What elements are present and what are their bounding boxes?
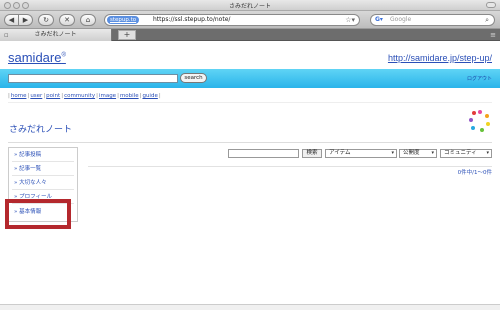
colorful-dots-logo-icon	[468, 110, 492, 134]
visibility-value: 公開度	[403, 150, 420, 156]
sidebar-item-label: 記事投稿	[19, 152, 42, 158]
highlight-box	[5, 199, 71, 229]
stop-button[interactable]: ✕	[59, 14, 75, 26]
article-search-input[interactable]	[228, 149, 299, 158]
browser-search-box[interactable]: G▾ Google ⌕	[370, 14, 495, 26]
site-search-button[interactable]: search	[180, 73, 207, 83]
global-nav: |home|user|point|community|image|mobile|…	[8, 93, 161, 99]
site-url-link[interactable]: http://samidare.jp/step-up/	[388, 53, 492, 63]
nav-mobile[interactable]: mobile	[120, 93, 139, 99]
back-button[interactable]: ◀	[4, 14, 19, 26]
home-button[interactable]: ⌂	[80, 14, 96, 26]
article-search-button[interactable]: 検索	[302, 149, 322, 158]
community-value: コミュニティ	[444, 150, 477, 156]
reload-icon: ↻	[43, 16, 49, 24]
sidebar-separator	[12, 175, 74, 176]
logo-text: samidare	[8, 50, 62, 65]
reload-button[interactable]: ↻	[38, 14, 54, 26]
browser-search-placeholder: Google	[390, 16, 412, 23]
sidebar-item-label: 記事一覧	[19, 166, 42, 172]
title-divider	[8, 142, 492, 143]
sidebar-separator	[12, 189, 74, 190]
window-title: さみだれノート	[228, 3, 271, 10]
tab-overflow-icon[interactable]: ≡	[490, 30, 496, 40]
tab-samidare-note[interactable]: ▫ さみだれノート	[0, 29, 112, 41]
divider	[8, 102, 492, 103]
site-search-input[interactable]	[8, 74, 178, 83]
nav-point[interactable]: point	[46, 93, 60, 99]
browser-toolbar: ◀ ▶ ↻ ✕ ⌂ stepup.to https://ssl.stepup.t…	[0, 11, 500, 29]
nav-guide[interactable]: guide	[142, 93, 157, 99]
content-divider	[88, 166, 492, 167]
tab-title: さみだれノート	[34, 31, 77, 38]
logout-link[interactable]: ログアウト	[467, 75, 492, 82]
sidebar-item-important-people[interactable]: » 大切な人々	[14, 179, 47, 187]
address-bar[interactable]: stepup.to https://ssl.stepup.to/note/ ☆▾	[104, 14, 360, 26]
nav-community[interactable]: community	[64, 93, 95, 99]
toolbar-toggle-button[interactable]	[486, 2, 496, 8]
nav-image[interactable]: image	[99, 93, 116, 99]
back-arrow-icon: ◀	[8, 16, 15, 24]
result-count: 0件中/1〜0件	[457, 170, 492, 176]
nav-user[interactable]: user	[30, 93, 42, 99]
home-icon: ⌂	[85, 16, 91, 24]
google-search-engine-icon[interactable]: G▾	[375, 16, 387, 24]
sidebar-item-label: 大切な人々	[19, 180, 47, 186]
forward-button[interactable]: ▶	[18, 14, 33, 26]
stop-icon: ✕	[64, 16, 70, 24]
visibility-select[interactable]: 公開度 ▾	[399, 149, 437, 158]
new-tab-button[interactable]: +	[118, 30, 136, 40]
site-logo[interactable]: samidare®	[8, 50, 66, 65]
page-title: さみだれノート	[9, 125, 73, 135]
search-band: search ログアウト	[0, 69, 500, 88]
chevron-down-icon: ▾	[391, 150, 394, 156]
site-identity-badge[interactable]: stepup.to	[107, 16, 140, 24]
window-bottom-edge	[0, 304, 500, 310]
forward-arrow-icon: ▶	[22, 16, 29, 24]
url-text[interactable]: https://ssl.stepup.to/note/	[153, 16, 230, 24]
nav-home[interactable]: home	[11, 93, 27, 99]
sidebar-separator	[12, 161, 74, 162]
sidebar-item-post-article[interactable]: » 記事投稿	[14, 151, 41, 159]
chevron-down-icon: ▾	[486, 150, 489, 156]
item-type-value: アイテム	[329, 150, 351, 156]
item-type-select[interactable]: アイテム ▾	[325, 149, 397, 158]
community-select[interactable]: コミュニティ ▾	[440, 149, 492, 158]
chevron-down-icon: ▾	[431, 150, 434, 156]
sidebar-item-article-list[interactable]: » 記事一覧	[14, 165, 41, 173]
registered-mark: ®	[61, 52, 66, 59]
window-titlebar: さみだれノート	[0, 0, 500, 11]
bookmark-star-icon[interactable]: ☆▾	[345, 15, 355, 25]
magnifier-icon[interactable]: ⌕	[485, 15, 489, 25]
tab-bar: ▫ さみだれノート + ≡	[0, 29, 500, 41]
